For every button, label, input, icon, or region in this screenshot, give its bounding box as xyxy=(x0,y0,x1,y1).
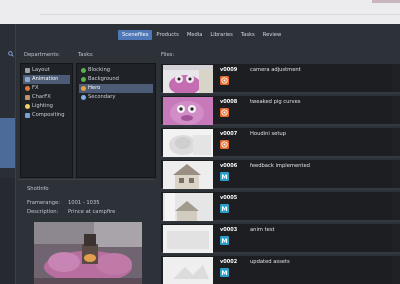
houdini-icon xyxy=(220,108,229,117)
files-list: v0009 camera adjustment v0008 tweaked pi… xyxy=(161,64,400,284)
maya-icon: M xyxy=(220,204,229,213)
svg-text:M: M xyxy=(221,174,227,181)
left-selection-block[interactable] xyxy=(0,118,15,168)
row-edge xyxy=(392,256,400,284)
svg-text:M: M xyxy=(221,206,227,213)
status-dot-icon xyxy=(81,95,86,100)
file-comment: tweaked pig curves xyxy=(250,99,301,105)
tab-tasks[interactable]: Tasks xyxy=(237,30,259,40)
department-item-layout[interactable]: Layout xyxy=(23,66,70,75)
file-row[interactable]: v0007 Houdini setup xyxy=(161,128,400,158)
tab-bar: Scenefiles Products Media Libraries Task… xyxy=(118,30,285,42)
task-item-secondary[interactable]: Secondary xyxy=(79,93,153,102)
file-comment: camera adjustment xyxy=(250,67,301,73)
tab-libraries[interactable]: Libraries xyxy=(206,30,236,40)
department-item-charfx[interactable]: CharFX xyxy=(23,93,70,102)
status-dot-icon xyxy=(81,77,86,82)
layout-icon xyxy=(25,68,30,73)
left-bottom-area xyxy=(0,178,15,284)
file-version: v0002 xyxy=(220,259,238,265)
tasks-header: Tasks: xyxy=(78,52,94,58)
file-row[interactable]: v0009 camera adjustment xyxy=(161,64,400,94)
file-row[interactable]: v0006 feedback implemented M xyxy=(161,160,400,190)
description-value: Prince at campfire xyxy=(68,209,116,215)
file-thumbnail xyxy=(163,129,213,157)
file-version: v0003 xyxy=(220,227,238,233)
row-edge xyxy=(392,96,400,124)
files-header: Files: xyxy=(161,52,175,58)
svg-text:M: M xyxy=(221,238,227,245)
task-item-blocking[interactable]: Blocking xyxy=(79,66,153,75)
framerange-label: Framerange: xyxy=(27,200,60,206)
search-icon[interactable] xyxy=(8,51,14,57)
department-item-lighting[interactable]: Lighting xyxy=(23,102,70,111)
status-dot-icon xyxy=(81,86,86,91)
task-item-background[interactable]: Background xyxy=(79,75,153,84)
file-thumbnail xyxy=(163,97,213,125)
fx-icon xyxy=(25,86,30,91)
row-edge xyxy=(392,128,400,156)
top-accent xyxy=(372,0,400,3)
animation-icon xyxy=(25,77,30,82)
file-thumbnail xyxy=(163,65,213,93)
tab-scenefiles[interactable]: Scenefiles xyxy=(118,30,153,40)
compositing-icon xyxy=(25,113,30,118)
file-comment: Houdini setup xyxy=(250,131,286,137)
department-item-animation[interactable]: Animation xyxy=(23,75,70,84)
description-label: Description: xyxy=(27,209,59,215)
maya-icon: M xyxy=(220,236,229,245)
file-thumbnail xyxy=(163,161,213,189)
task-item-hero[interactable]: Hero xyxy=(79,84,153,93)
tab-products[interactable]: Products xyxy=(152,30,182,40)
houdini-icon xyxy=(220,76,229,85)
left-side-panel xyxy=(0,24,16,284)
file-row[interactable]: v0003 anim test M xyxy=(161,224,400,254)
svg-text:M: M xyxy=(221,270,227,277)
file-version: v0009 xyxy=(220,67,238,73)
project-browser: Scenefiles Products Media Libraries Task… xyxy=(0,24,400,284)
file-comment: feedback implemented xyxy=(250,163,310,169)
file-version: v0006 xyxy=(220,163,238,169)
row-edge xyxy=(392,192,400,220)
top-divider xyxy=(40,14,400,15)
framerange-value: 1001 - 1035 xyxy=(68,200,100,206)
file-version: v0007 xyxy=(220,131,238,137)
departments-list: Layout Animation FX CharFX Lighting Comp… xyxy=(20,63,73,178)
window-top-bar xyxy=(0,0,400,24)
tasks-list: Blocking Background Hero Secondary xyxy=(76,63,156,178)
lighting-icon xyxy=(25,104,30,109)
houdini-icon xyxy=(220,140,229,149)
shot-info-panel: ShotInfo Framerange: 1001 - 1035 Descrip… xyxy=(18,179,154,284)
row-edge xyxy=(392,160,400,188)
tab-media[interactable]: Media xyxy=(183,30,207,40)
department-item-fx[interactable]: FX xyxy=(23,84,70,93)
file-version: v0005 xyxy=(220,195,238,201)
shotinfo-header: ShotInfo xyxy=(27,186,49,192)
departments-header: Departments: xyxy=(24,52,60,58)
file-comment: anim test xyxy=(250,227,275,233)
maya-icon: M xyxy=(220,268,229,277)
charfx-icon xyxy=(25,95,30,100)
row-edge xyxy=(392,224,400,252)
shot-preview-image[interactable] xyxy=(34,222,142,284)
file-thumbnail xyxy=(163,257,213,284)
file-thumbnail xyxy=(163,225,213,253)
status-dot-icon xyxy=(81,68,86,73)
file-thumbnail xyxy=(163,193,213,221)
maya-icon: M xyxy=(220,172,229,181)
file-row[interactable]: v0008 tweaked pig curves xyxy=(161,96,400,126)
file-comment: updated assets xyxy=(250,259,290,265)
tab-review[interactable]: Review xyxy=(259,30,286,40)
file-row[interactable]: v0005 M xyxy=(161,192,400,222)
department-item-compositing[interactable]: Compositing xyxy=(23,111,70,120)
row-edge xyxy=(392,64,400,92)
file-version: v0008 xyxy=(220,99,238,105)
file-row[interactable]: v0002 updated assets M xyxy=(161,256,400,284)
